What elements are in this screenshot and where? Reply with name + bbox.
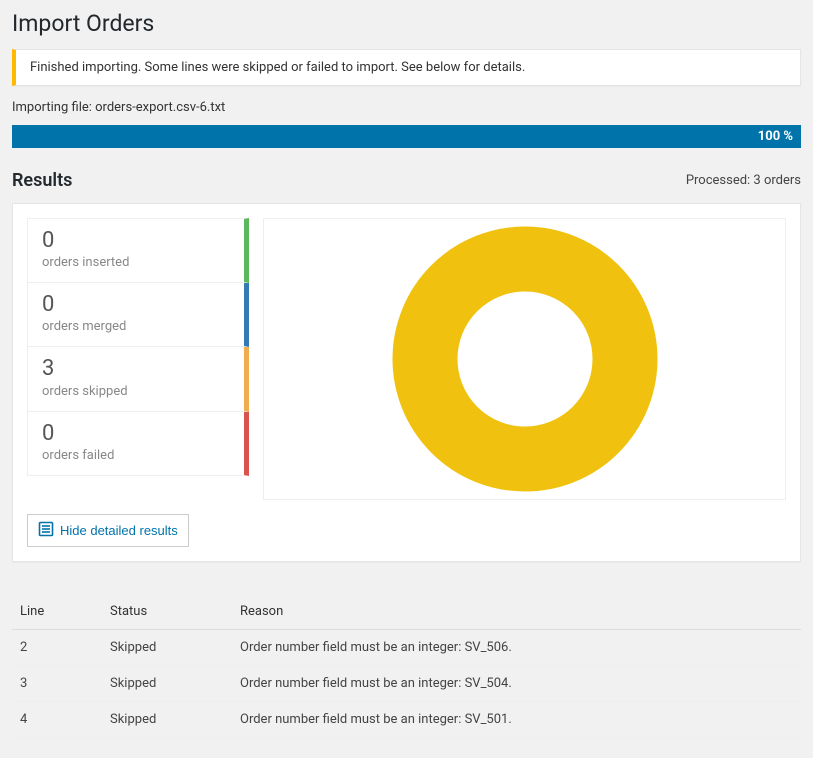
- stats-column: 0 orders inserted 0 orders merged 3 orde…: [27, 218, 249, 500]
- stat-skipped: 3 orders skipped: [27, 347, 249, 411]
- import-notice: Finished importing. Some lines were skip…: [12, 49, 801, 86]
- stat-inserted-value: 0: [42, 229, 230, 253]
- page-title: Import Orders: [12, 0, 801, 45]
- stat-inserted: 0 orders inserted: [27, 218, 249, 283]
- col-header-reason: Reason: [232, 594, 801, 630]
- results-panel: 0 orders inserted 0 orders merged 3 orde…: [12, 203, 801, 562]
- table-row: 4 Skipped Order number field must be an …: [12, 702, 801, 738]
- processed-count: Processed: 3 orders: [686, 173, 801, 188]
- cell-reason: Order number field must be an integer: S…: [232, 630, 801, 666]
- stat-skipped-label: orders skipped: [42, 384, 230, 399]
- stat-skipped-value: 3: [42, 357, 230, 381]
- stat-failed: 0 orders failed: [27, 412, 249, 476]
- table-row: 2 Skipped Order number field must be an …: [12, 630, 801, 666]
- stat-merged-value: 0: [42, 293, 230, 317]
- stat-inserted-label: orders inserted: [42, 255, 230, 270]
- hide-detailed-results-button[interactable]: Hide detailed results: [27, 514, 189, 547]
- stat-merged: 0 orders merged: [27, 283, 249, 347]
- col-header-line: Line: [12, 594, 102, 630]
- details-table: Line Status Reason 2 Skipped Order numbe…: [12, 594, 801, 738]
- donut-chart-svg: [385, 219, 665, 499]
- cell-status: Skipped: [102, 702, 232, 738]
- results-title: Results: [12, 170, 801, 191]
- cell-line: 4: [12, 702, 102, 738]
- stat-failed-label: orders failed: [42, 448, 230, 463]
- stat-merged-label: orders merged: [42, 319, 230, 334]
- progress-bar: 100 %: [12, 125, 801, 148]
- cell-reason: Order number field must be an integer: S…: [232, 666, 801, 702]
- list-icon: [38, 521, 54, 540]
- cell-status: Skipped: [102, 630, 232, 666]
- cell-line: 2: [12, 630, 102, 666]
- cell-status: Skipped: [102, 666, 232, 702]
- hide-detailed-results-label: Hide detailed results: [60, 523, 178, 538]
- cell-reason: Order number field must be an integer: S…: [232, 702, 801, 738]
- stat-failed-value: 0: [42, 422, 230, 446]
- donut-chart: [263, 218, 786, 500]
- col-header-status: Status: [102, 594, 232, 630]
- table-row: 3 Skipped Order number field must be an …: [12, 666, 801, 702]
- importing-file-label: Importing file: orders-export.csv-6.txt: [12, 100, 801, 115]
- cell-line: 3: [12, 666, 102, 702]
